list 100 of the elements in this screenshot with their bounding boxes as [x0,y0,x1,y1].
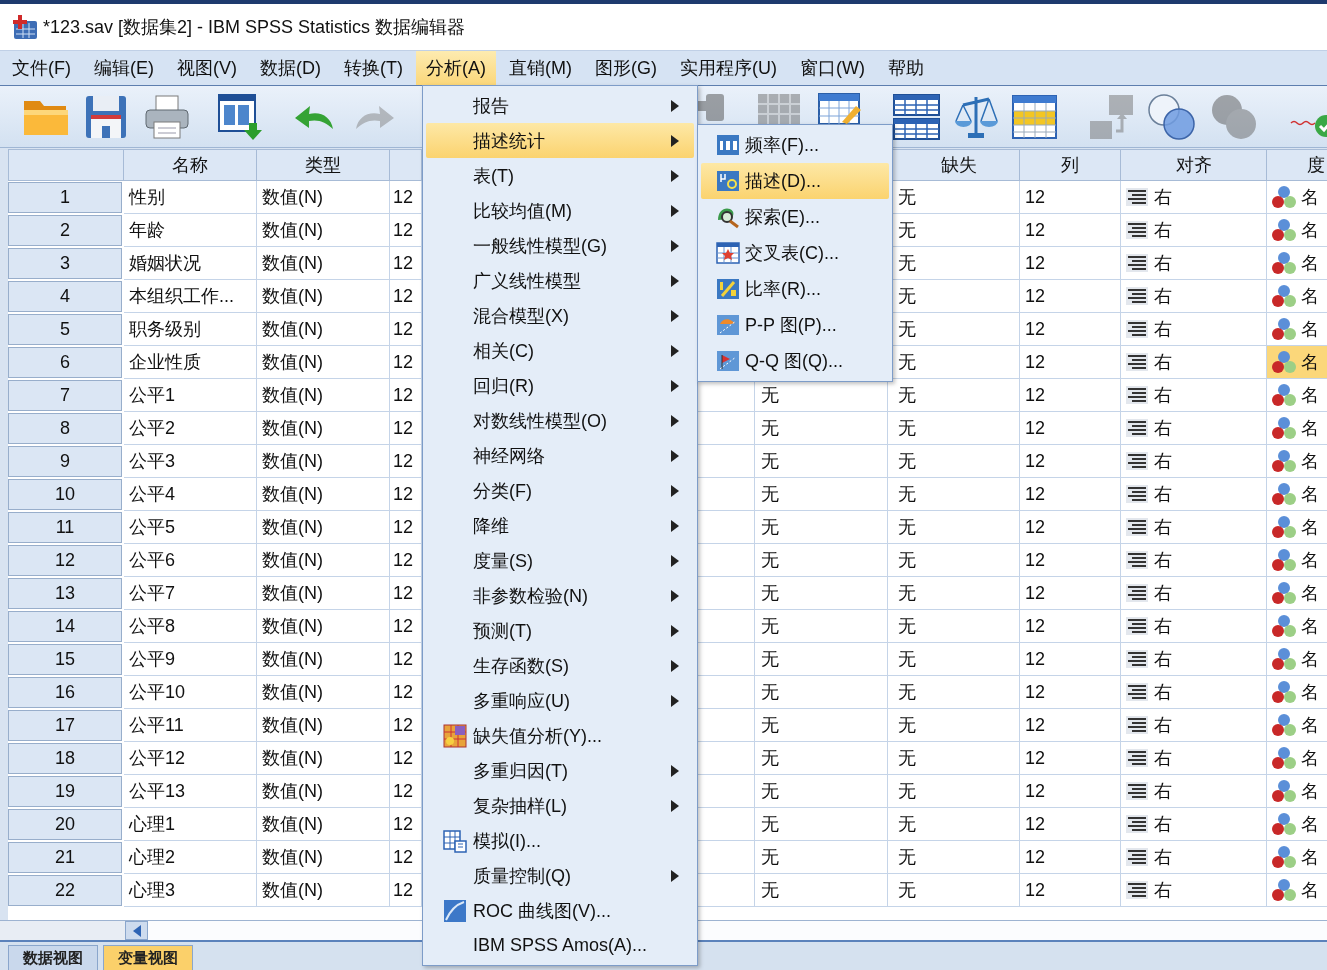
menu-bar-item[interactable]: 文件(F) [2,51,81,85]
menu-item[interactable]: 报告 [426,88,694,123]
menu-bar-item[interactable]: 数据(D) [250,51,331,85]
menu-item[interactable]: 描述统计 [426,123,694,158]
alignment-label: 右 [1154,813,1172,836]
table-cell: 公平8 [124,610,257,643]
scroll-left-button[interactable] [125,921,148,940]
row-header: 6 [8,347,122,378]
menu-item[interactable]: 比较均值(M) [426,193,694,228]
table-cell: 12 [1020,610,1121,643]
table-cell: 无 [755,709,888,742]
menu-item[interactable]: 广义线性模型 [426,263,694,298]
three-balls-icon [1271,317,1297,341]
menu-bar-item[interactable]: 分析(A) [415,51,496,85]
menu-item[interactable]: 生存函数(S) [426,648,694,683]
view-tab[interactable]: 数据视图 [8,945,98,970]
alignment-label: 右 [1154,582,1172,605]
menu-item[interactable]: 频率(F)... [701,127,889,163]
table-cell: 无 [888,577,1020,610]
table-cell: 12 [1020,214,1121,247]
measure-label: 名 [1301,648,1319,671]
three-balls-icon [1271,746,1297,770]
align-right-icon [1126,815,1148,833]
menu-bar-item[interactable]: 图形(G) [584,51,667,85]
row-header: 17 [8,710,122,741]
menu-bar-item[interactable]: 窗口(W) [789,51,875,85]
menu-item[interactable]: IBM SPSS Amos(A)... [426,928,694,963]
menu-item[interactable]: 描述(D)... [701,163,889,199]
three-balls-icon [1271,812,1297,836]
menu-item[interactable]: 表(T) [426,158,694,193]
window-arrow-icon[interactable] [218,92,262,141]
table-cell: 12 [1020,577,1121,610]
menu-item[interactable]: 多重归因(T) [426,753,694,788]
menu-bar-item[interactable]: 直销(M) [498,51,582,85]
menu-item[interactable]: 分类(F) [426,473,694,508]
three-balls-icon [1271,878,1297,902]
triangle-right-icon [671,379,679,392]
table-cell: 数值(N) [257,643,390,676]
table-cell: 公平1 [124,379,257,412]
table-cell: 无 [888,643,1020,676]
menu-item[interactable]: 对数线性模型(O) [426,403,694,438]
table-icon[interactable] [1012,92,1057,141]
menu-item[interactable]: 缺失值分析(Y)... [426,718,694,753]
menu-bar-item[interactable]: 转换(T) [334,51,413,85]
menu-bar-item[interactable]: 视图(V) [167,51,247,85]
app-icon [12,14,38,40]
row-header: 16 [8,677,122,708]
menu-bar-item[interactable]: 帮助 [877,51,934,85]
table-cell: 12 [1020,247,1121,280]
measure-label: 名 [1301,747,1319,770]
alignment-label: 右 [1154,384,1172,407]
table-cell: 无 [755,808,888,841]
menu-item[interactable]: 降维 [426,508,694,543]
three-balls-icon [1271,614,1297,638]
colored-grid-icon [443,723,467,748]
view-tab[interactable]: 变量视图 [103,945,193,970]
menu-item[interactable]: ROC 曲线图(V)... [426,893,694,928]
menu-item[interactable]: P-P 图(P)... [701,307,889,343]
stacked-tables-icon[interactable] [893,92,940,141]
table-cell: 无 [755,412,888,445]
table-cell: 数值(N) [257,676,390,709]
table-cell: 公平7 [124,577,257,610]
menu-bar-item[interactable]: 编辑(E) [84,51,164,85]
table-pencil-icon[interactable] [818,92,862,124]
menu-item[interactable]: 混合模型(X) [426,298,694,333]
triangle-right-icon [671,519,679,532]
menu-item[interactable]: 比率(R)... [701,271,889,307]
overlapping-circles-icon[interactable] [1147,92,1196,141]
menu-item[interactable]: 神经网络 [426,438,694,473]
triangle-right-icon [671,169,679,182]
align-right-icon [1126,320,1148,338]
column-header: 对齐 [1121,149,1267,181]
menu-item[interactable]: 交叉表(C)... [701,235,889,271]
menu-item[interactable]: 非参数检验(N) [426,578,694,613]
menu-item[interactable]: Q-Q 图(Q)... [701,343,889,379]
menu-item[interactable]: 模拟(I)... [426,823,694,858]
triangle-right-icon [671,869,679,882]
three-balls-icon [1271,515,1297,539]
table-cell: 无 [888,412,1020,445]
menu-bar-item[interactable]: 实用程序(U) [669,51,787,85]
menu-item[interactable]: 质量控制(Q) [426,858,694,893]
menu-item[interactable]: 多重响应(U) [426,683,694,718]
menu-item[interactable]: 回归(R) [426,368,694,403]
menu-item[interactable]: 预测(T) [426,613,694,648]
menu-item[interactable]: 度量(S) [426,543,694,578]
table-cell: 无 [888,874,1020,907]
menu-item[interactable]: 复杂抽样(L) [426,788,694,823]
table-cell: 数值(N) [257,808,390,841]
alignment-label: 右 [1154,417,1172,440]
table-cell: 无 [755,676,888,709]
alignment-label: 右 [1154,351,1172,374]
menu-item[interactable]: 相关(C) [426,333,694,368]
printer-icon[interactable] [145,92,189,141]
table-cell: 12 [1020,775,1121,808]
menu-item[interactable]: 探索(E)... [701,199,889,235]
three-balls-icon [1271,845,1297,869]
menu-item[interactable]: 一般线性模型(G) [426,228,694,263]
measure-label: 名 [1301,219,1319,242]
table-cell: 数值(N) [257,841,390,874]
alignment-label: 右 [1154,780,1172,803]
